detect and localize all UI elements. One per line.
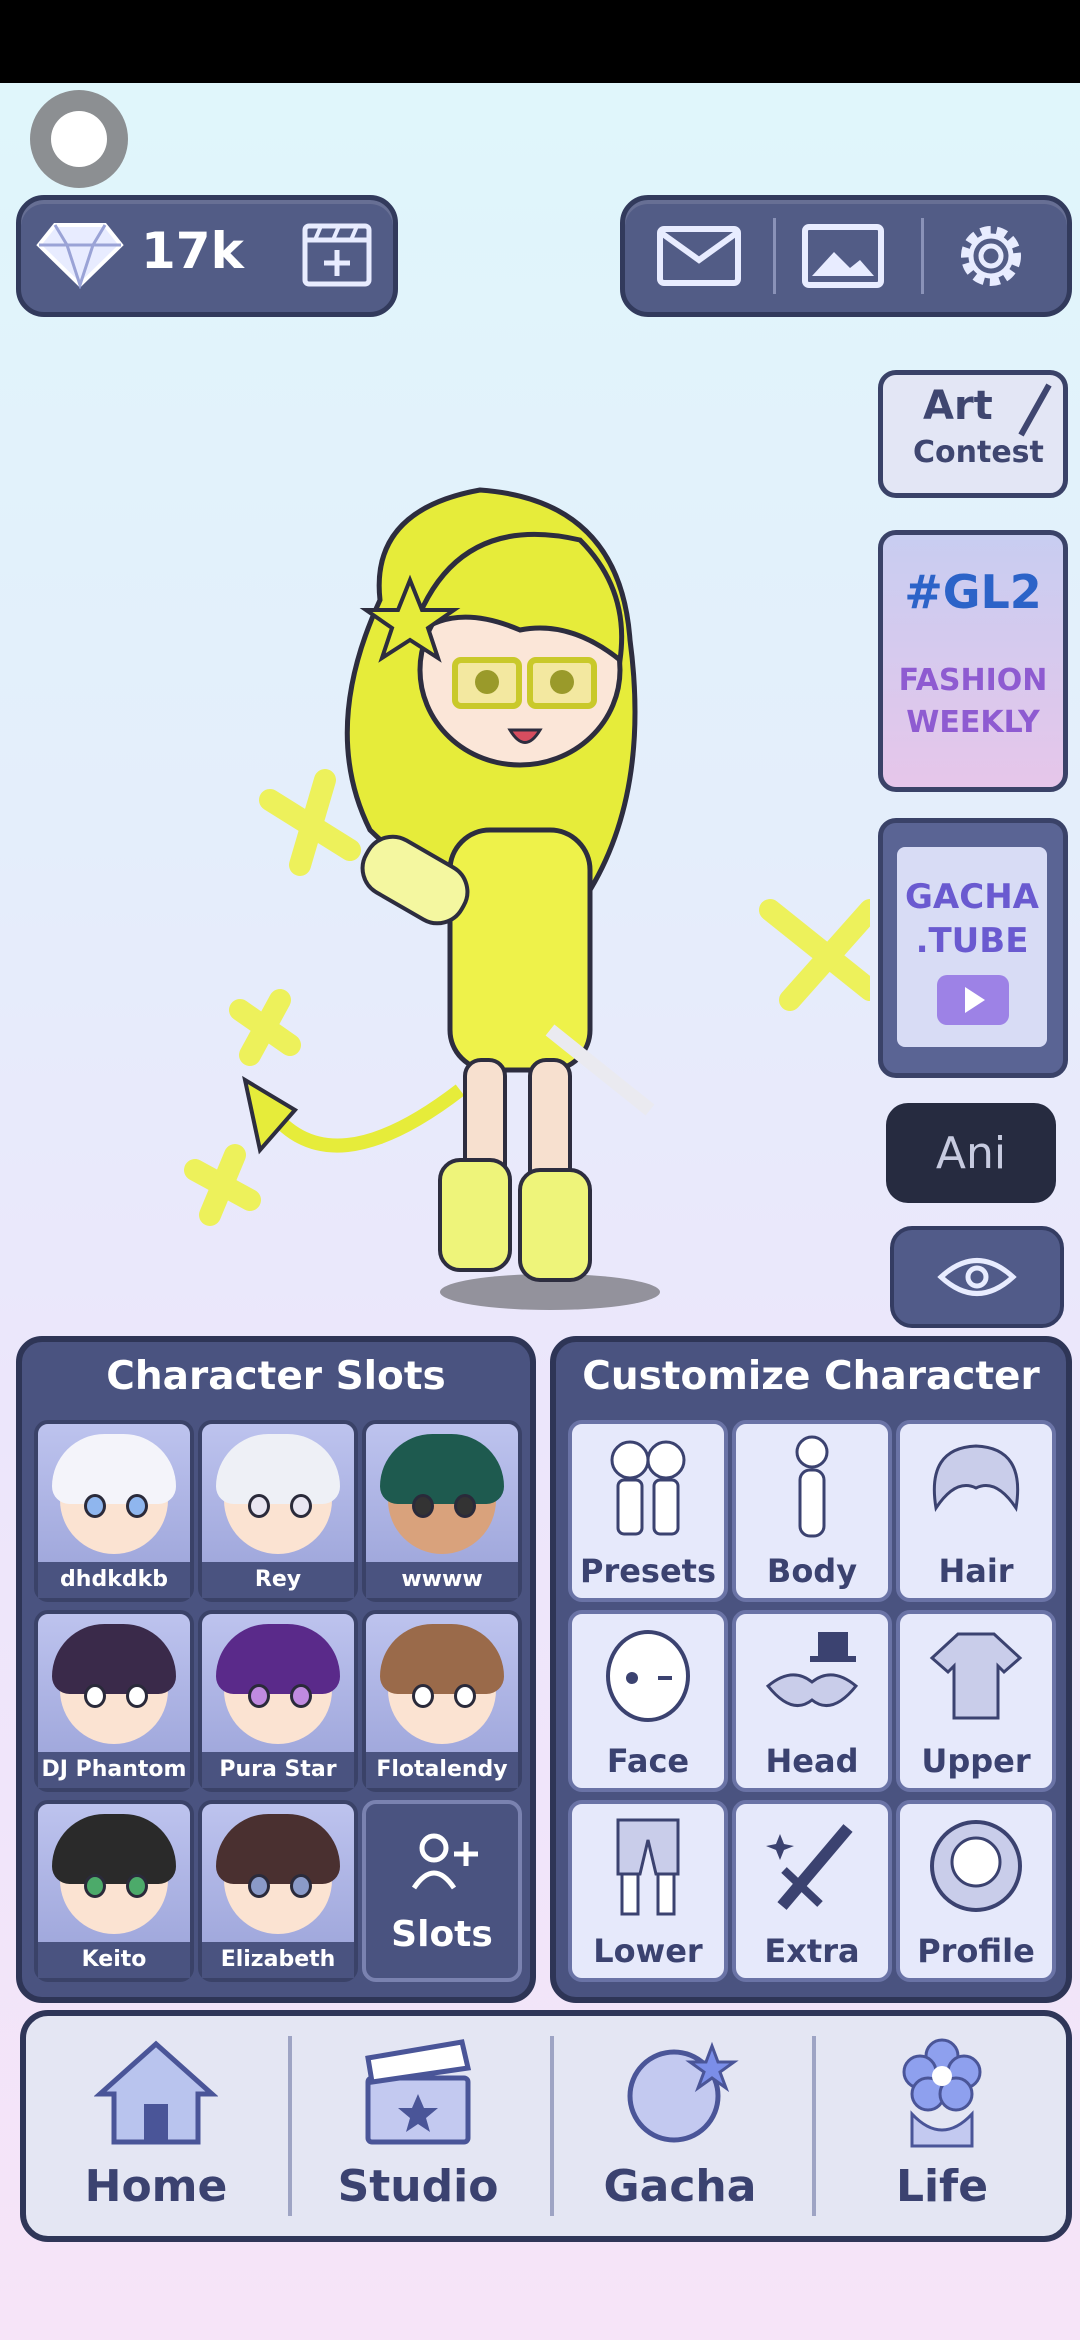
magazine-line1: FASHION (898, 663, 1048, 698)
nav-label: Life (895, 2161, 989, 2212)
add-slots-button[interactable]: Slots (362, 1800, 522, 1982)
art-contest-button[interactable]: Art Contest (878, 370, 1068, 498)
nav-label: Gacha (603, 2161, 757, 2212)
customize-face[interactable]: Face (568, 1610, 728, 1792)
character-slot-name: Keito (38, 1942, 190, 1978)
body-icon (782, 1434, 842, 1548)
nav-studio[interactable]: Studio (288, 2016, 548, 2236)
character-slot-name: Rey (202, 1562, 354, 1598)
customize-character-panel: Customize Character Presets Body Hair Fa… (550, 1336, 1072, 2003)
customize-label: Upper (921, 1742, 1031, 1780)
profile-icon (926, 1816, 1026, 1920)
currency-count: 17k (141, 222, 244, 280)
art-contest-line1: Art (923, 383, 993, 429)
mail-icon[interactable] (651, 218, 747, 294)
gear-icon[interactable] (943, 214, 1039, 298)
ani-button[interactable]: Ani (886, 1103, 1056, 1203)
customize-title: Customize Character (582, 1354, 1040, 1399)
customize-lower[interactable]: Lower (568, 1800, 728, 1982)
top-actions-bar (620, 195, 1072, 317)
nav-life[interactable]: Life (812, 2016, 1072, 2236)
magazine-line2: WEEKLY (906, 705, 1040, 740)
customize-upper[interactable]: Upper (896, 1610, 1056, 1792)
shirt-icon (928, 1628, 1024, 1728)
customize-label: Lower (593, 1932, 703, 1970)
customize-label: Hair (938, 1552, 1014, 1590)
character-slot[interactable]: DJ Phantom (34, 1610, 194, 1792)
customize-presets[interactable]: Presets (568, 1420, 728, 1602)
character-preview[interactable] (150, 470, 881, 1340)
customize-label: Extra (764, 1932, 860, 1970)
diamond-icon (35, 214, 125, 294)
character-slot-name: DJ Phantom (38, 1752, 190, 1788)
character-slot-name: Elizabeth (202, 1942, 354, 1978)
sword-icon (762, 1814, 862, 1928)
add-slots-label: Slots (391, 1914, 493, 1955)
currency-pill: 17k (16, 195, 398, 317)
gacha-tube-line2: .TUBE (915, 921, 1029, 961)
magazine-headline: #GL2 (904, 565, 1042, 619)
house-icon (93, 2038, 219, 2152)
pencil-icon (1013, 381, 1057, 445)
nav-home[interactable]: Home (26, 2016, 286, 2236)
character-slots-panel: Character Slots dhdkdkb Rey wwww DJ Phan… (16, 1336, 536, 2003)
customize-label: Body (766, 1552, 858, 1590)
play-icon (937, 975, 1009, 1025)
character-slot[interactable]: Flotalendy (362, 1610, 522, 1792)
clapperboard-icon (362, 2038, 474, 2152)
bottom-nav: Home Studio Gacha Life (20, 2010, 1072, 2242)
face-icon (602, 1626, 694, 1730)
customize-label: Profile (917, 1932, 1035, 1970)
customize-label: Face (606, 1742, 690, 1780)
character-slot[interactable]: Keito (34, 1800, 194, 1982)
character-slot-name: dhdkdkb (38, 1562, 190, 1598)
customize-hair[interactable]: Hair (896, 1420, 1056, 1602)
character-slot-name: wwww (366, 1562, 518, 1598)
customize-head[interactable]: Head (732, 1610, 892, 1792)
customize-body[interactable]: Body (732, 1420, 892, 1602)
fashion-weekly-button[interactable]: #GL2 FASHION WEEKLY (878, 530, 1068, 792)
status-bar (0, 0, 1080, 83)
eye-icon[interactable] (890, 1226, 1064, 1328)
add-user-icon (410, 1832, 480, 1896)
character-slot-name: Pura Star (202, 1752, 354, 1788)
presets-icon (598, 1434, 698, 1548)
character-slot[interactable]: Elizabeth (198, 1800, 358, 1982)
nav-label: Studio (337, 2161, 499, 2212)
character-slot[interactable]: Rey (198, 1420, 358, 1602)
pants-icon (608, 1814, 688, 1928)
record-button[interactable] (30, 90, 128, 188)
customize-profile[interactable]: Profile (896, 1800, 1056, 1982)
gacha-tube-line1: GACHA (905, 877, 1039, 917)
customize-label: Presets (579, 1552, 717, 1590)
character-slot[interactable]: wwww (362, 1420, 522, 1602)
film-add-icon[interactable] (299, 216, 375, 292)
mask-hat-icon (762, 1626, 862, 1730)
flower-icon (892, 2034, 992, 2154)
customize-extra[interactable]: Extra (732, 1800, 892, 1982)
hair-icon (926, 1438, 1026, 1542)
nav-label: Home (84, 2161, 228, 2212)
character-slot-name: Flotalendy (366, 1752, 518, 1788)
character-slots-title: Character Slots (106, 1354, 446, 1399)
image-icon[interactable] (795, 218, 891, 294)
gacha-tube-button[interactable]: GACHA .TUBE (878, 818, 1068, 1078)
customize-label: Head (765, 1742, 859, 1780)
gacha-orb-icon (620, 2038, 740, 2152)
character-slot[interactable]: Pura Star (198, 1610, 358, 1792)
character-slot[interactable]: dhdkdkb (34, 1420, 194, 1602)
nav-gacha[interactable]: Gacha (550, 2016, 810, 2236)
